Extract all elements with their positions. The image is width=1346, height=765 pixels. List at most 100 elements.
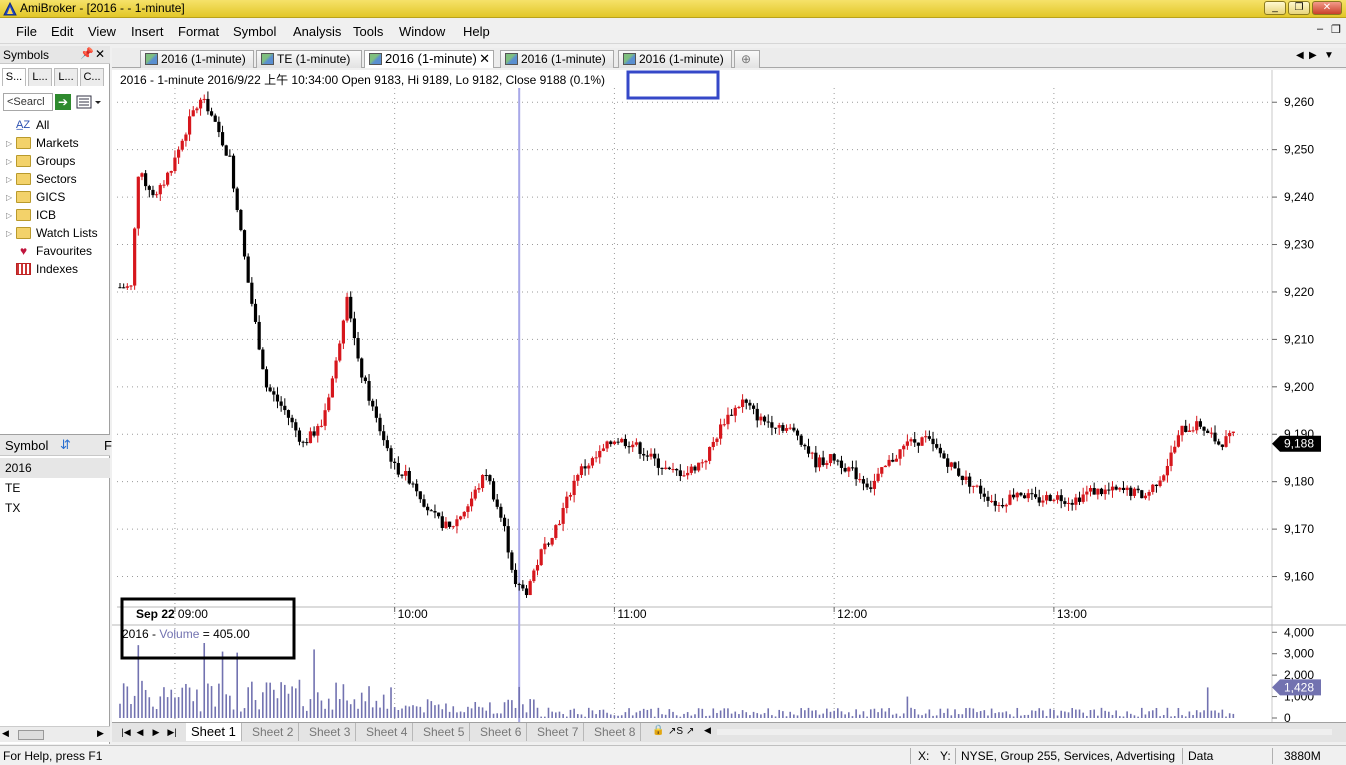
menu-file[interactable]: File: [16, 24, 37, 39]
doc-tab[interactable]: 2016 (1-minute): [618, 50, 732, 68]
volume-bar: [628, 708, 630, 718]
menu-insert[interactable]: Insert: [131, 24, 164, 39]
tree-item[interactable]: ▷ Watch Lists: [6, 224, 98, 242]
candle-body: [1048, 495, 1052, 501]
menu-symbol[interactable]: Symbol: [233, 24, 276, 39]
doc-tab[interactable]: 2016 (1-minute): [140, 50, 254, 68]
sync-scroll-icon[interactable]: ↗S: [668, 726, 683, 737]
expand-arrow-icon[interactable]: ▷: [6, 211, 16, 220]
chart-window[interactable]: 9,260 9,250 9,240 9,230 9,220 9,210 9,200 9,190…: [112, 70, 1346, 725]
symbol-search-input[interactable]: <Searcl: [3, 93, 53, 111]
sheet-tab-7[interactable]: Sheet 7: [532, 723, 585, 741]
mdi-minimize-button[interactable]: –: [1317, 23, 1323, 35]
menu-help[interactable]: Help: [463, 24, 490, 39]
sheet-last-button[interactable]: ▶|: [166, 726, 178, 739]
volume-bar: [778, 709, 781, 718]
volume-bar: [767, 708, 770, 718]
price-tick-label: 9,260: [1284, 95, 1314, 109]
lock-icon[interactable]: 🔒: [652, 725, 664, 736]
candle-body: [616, 441, 620, 443]
volume-bar: [463, 712, 466, 718]
close-button[interactable]: ✕: [1312, 1, 1342, 15]
sheet-tab-3[interactable]: Sheet 3: [304, 723, 357, 741]
symbol-row[interactable]: TE: [0, 478, 110, 498]
sheet-tab-8[interactable]: Sheet 8: [589, 723, 642, 741]
menu-window[interactable]: Window: [399, 24, 445, 39]
expand-arrow-icon[interactable]: ▷: [6, 139, 16, 148]
doc-tab[interactable]: TE (1-minute): [256, 50, 362, 68]
scroll-right-icon[interactable]: ▶: [97, 728, 104, 739]
price-tick-label: 9,210: [1284, 332, 1314, 346]
menu-tools[interactable]: Tools: [353, 24, 383, 39]
expand-arrow-icon[interactable]: ▷: [6, 229, 16, 238]
symbol-row[interactable]: 2016: [0, 458, 110, 478]
volume-bar: [353, 699, 356, 718]
candle-body: [495, 499, 499, 507]
subtab-symbols[interactable]: S...: [2, 68, 26, 86]
tree-item[interactable]: ♥ Favourites: [6, 242, 92, 260]
volume-bar: [1078, 709, 1081, 718]
panel-close-icon[interactable]: ✕: [95, 47, 105, 61]
tab-close-icon[interactable]: ✕: [479, 51, 490, 67]
chart-scroll-left-icon[interactable]: ◀: [704, 725, 711, 736]
tree-item[interactable]: A̲Z All: [6, 116, 49, 134]
tree-item[interactable]: ▷ Groups: [6, 152, 75, 170]
candle-body: [784, 428, 789, 431]
expand-arrow-icon[interactable]: ▷: [6, 157, 16, 166]
horizontal-scrollbar[interactable]: ◀ ▶: [0, 726, 110, 742]
sheet-first-button[interactable]: |◀: [120, 726, 132, 739]
tree-item[interactable]: ▷ Sectors: [6, 170, 77, 188]
tab-scroll-left-icon[interactable]: ◀: [1296, 50, 1304, 61]
scroll-sync-icon[interactable]: ↗: [686, 726, 694, 737]
mdi-restore-button[interactable]: ❐: [1331, 23, 1341, 36]
menu-format[interactable]: Format: [178, 24, 219, 39]
candle-body: [1019, 492, 1023, 496]
sheet-tab-4[interactable]: Sheet 4: [361, 723, 414, 741]
volume-bar: [276, 698, 279, 718]
price-chart[interactable]: 9,2609,2509,2409,2309,2209,2109,2009,190…: [112, 70, 1346, 725]
volume-bar: [349, 704, 352, 718]
candle-body: [1165, 465, 1170, 476]
subtab-layers[interactable]: L...: [28, 68, 52, 86]
pin-icon[interactable]: 📌: [80, 47, 94, 60]
menu-view[interactable]: View: [88, 24, 116, 39]
tree-item[interactable]: ▷ GICS: [6, 188, 65, 206]
symbol-row[interactable]: TX: [0, 498, 110, 518]
candle-body: [990, 500, 994, 502]
scroll-left-icon[interactable]: ◀: [2, 728, 9, 739]
doc-tab-active[interactable]: 2016 (1-minute) ✕: [364, 50, 494, 68]
chart-scrollbar[interactable]: [717, 729, 1332, 735]
candle-body: [356, 338, 360, 359]
sheet-next-button[interactable]: ▶: [150, 726, 162, 739]
document-tab-bar: 2016 (1-minute) TE (1-minute) 2016 (1-mi…: [112, 48, 1346, 68]
maximize-button[interactable]: ❐: [1288, 1, 1310, 15]
subtab-layouts[interactable]: L...: [54, 68, 78, 86]
tab-scroll-right-icon[interactable]: ▶: [1309, 50, 1317, 61]
sheet-tab-2[interactable]: Sheet 2: [247, 723, 300, 741]
tree-item[interactable]: ▷ Markets: [6, 134, 79, 152]
sort-icon[interactable]: ⇵: [60, 437, 71, 453]
menu-analysis[interactable]: Analysis: [293, 24, 341, 39]
sheet-prev-button[interactable]: ◀: [134, 726, 146, 739]
symbol-list-header[interactable]: Symbol ⇵ F: [0, 434, 112, 456]
new-tab-button[interactable]: ⊕: [734, 50, 760, 68]
search-go-icon[interactable]: ➔: [55, 94, 71, 110]
candle-body: [850, 467, 855, 469]
minimize-button[interactable]: _: [1264, 1, 1286, 15]
tree-item[interactable]: Indexes: [6, 260, 78, 278]
tree-item[interactable]: ▷ ICB: [6, 206, 56, 224]
sheet-tab-5[interactable]: Sheet 5: [418, 723, 471, 741]
scroll-thumb[interactable]: [18, 730, 44, 740]
expand-arrow-icon[interactable]: ▷: [6, 175, 16, 184]
sheet-tab-6[interactable]: Sheet 6: [475, 723, 528, 741]
expand-arrow-icon[interactable]: ▷: [6, 193, 16, 202]
menu-edit[interactable]: Edit: [51, 24, 73, 39]
tab-list-icon[interactable]: ▼: [1324, 50, 1334, 61]
doc-tab[interactable]: 2016 (1-minute): [500, 50, 614, 68]
volume-bar: [174, 697, 176, 718]
candle-body: [264, 369, 269, 388]
sheet-tab-1[interactable]: Sheet 1: [186, 723, 242, 741]
volume-bar: [357, 708, 359, 718]
list-view-icon[interactable]: [76, 94, 104, 110]
subtab-charts[interactable]: C...: [80, 68, 104, 86]
